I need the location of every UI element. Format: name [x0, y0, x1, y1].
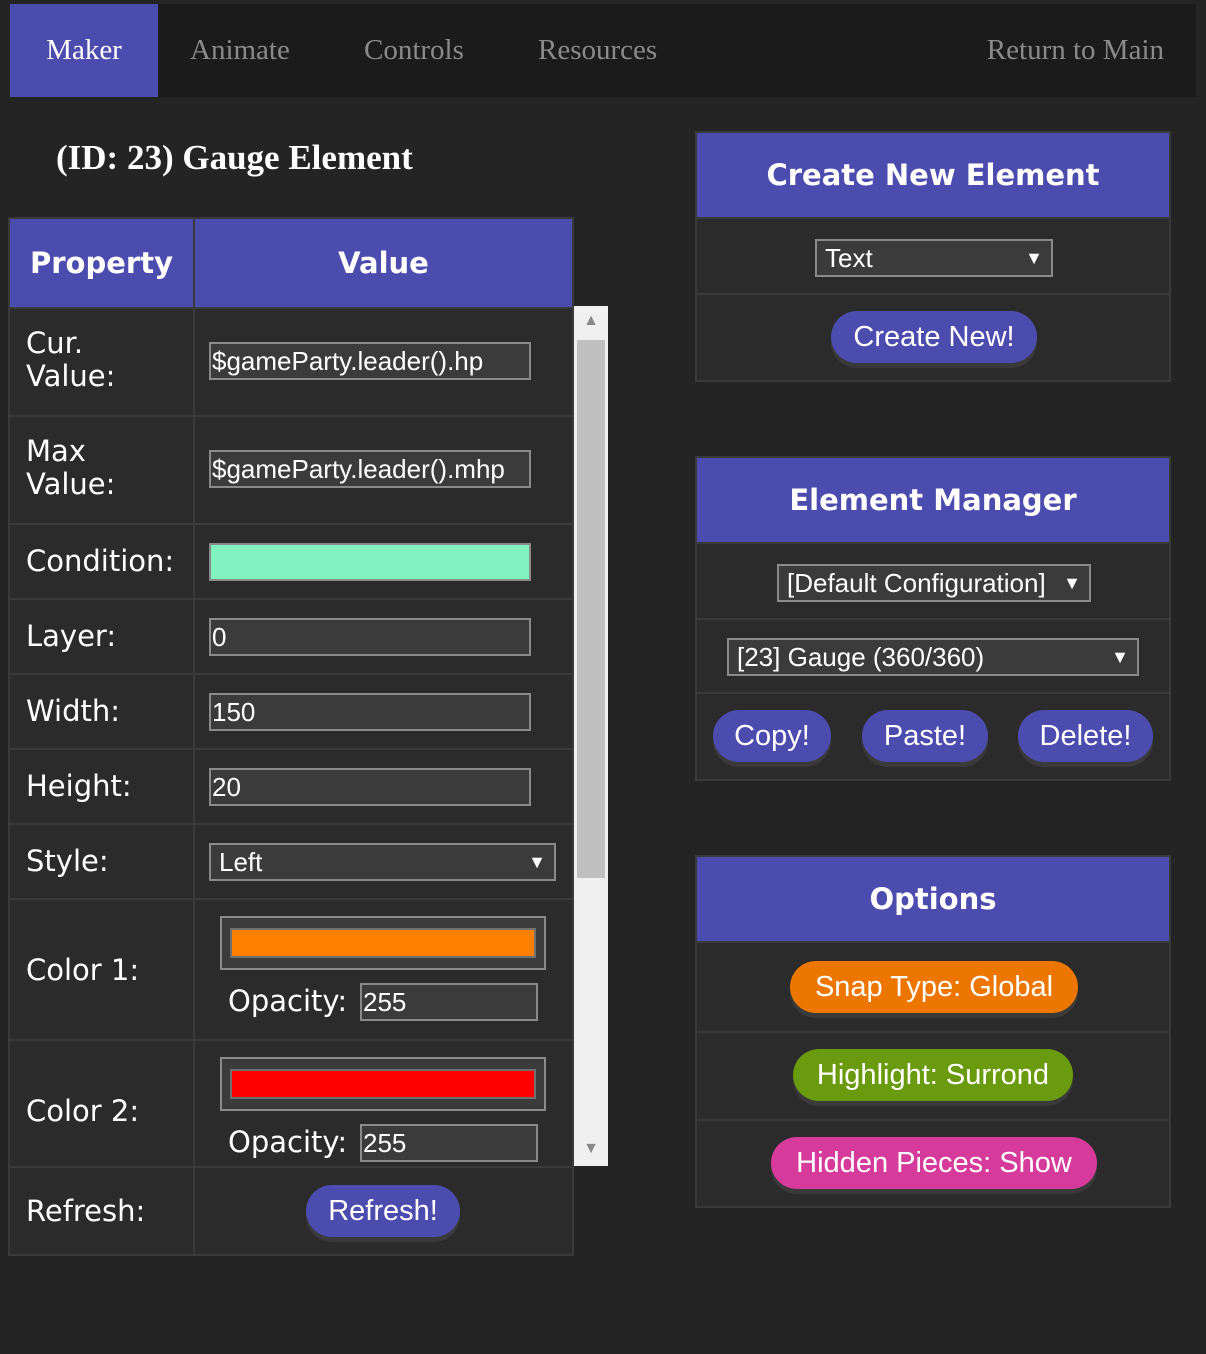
element-manager-panel: Element Manager [Default Configuration] …: [695, 456, 1171, 781]
color-1-picker[interactable]: [220, 916, 546, 970]
top-nav: Maker Animate Controls Resources Return …: [10, 4, 1196, 97]
row-max-value: Max Value: $gameParty.leader().mhp: [10, 415, 572, 523]
tab-animate[interactable]: Animate: [190, 4, 290, 97]
element-select-value: [23] Gauge (360/360): [737, 642, 985, 672]
options-title: Options: [697, 857, 1169, 943]
highlight-button[interactable]: Highlight: Surrond: [793, 1049, 1073, 1101]
create-element-panel: Create New Element Text ▼ Create New!: [695, 131, 1171, 382]
refresh-label: Refresh:: [26, 1194, 146, 1228]
condition-input[interactable]: [209, 543, 531, 581]
scroll-up-icon[interactable]: ▲: [574, 306, 608, 336]
value-column-header: Value: [195, 219, 572, 307]
color-1-label: Color 1:: [26, 953, 140, 987]
tab-resources[interactable]: Resources: [538, 4, 657, 97]
element-type-value: Text: [825, 243, 873, 273]
condition-label: Condition:: [26, 544, 175, 578]
chevron-down-icon: ▼: [528, 852, 546, 872]
panel-divider: [697, 618, 1169, 620]
configuration-value: [Default Configuration]: [787, 568, 1046, 598]
row-width: Width: 150: [10, 673, 572, 748]
style-label: Style:: [26, 844, 109, 878]
color-1-opacity-label: Opacity:: [228, 984, 348, 1018]
width-input[interactable]: 150: [209, 693, 531, 731]
copy-button[interactable]: Copy!: [713, 710, 831, 762]
panel-divider: [697, 1031, 1169, 1033]
color-1-opacity-input[interactable]: 255: [360, 983, 538, 1021]
row-style: Style: Left ▼: [10, 823, 572, 898]
refresh-button[interactable]: Refresh!: [306, 1185, 460, 1237]
width-label: Width:: [26, 694, 121, 728]
row-cur-value: Cur. Value: $gameParty.leader().hp: [10, 307, 572, 415]
style-select[interactable]: Left ▼: [209, 843, 556, 881]
max-value-input[interactable]: $gameParty.leader().mhp: [209, 450, 531, 488]
chevron-down-icon: ▼: [1025, 248, 1043, 268]
scroll-down-icon[interactable]: ▼: [574, 1134, 608, 1164]
create-element-title: Create New Element: [697, 133, 1169, 219]
row-color-1: Color 1: Opacity: 255: [10, 898, 572, 1039]
row-condition: Condition:: [10, 523, 572, 598]
return-to-main-link[interactable]: Return to Main: [987, 4, 1164, 97]
cur-value-input[interactable]: $gameParty.leader().hp: [209, 342, 531, 380]
color-1-swatch: [230, 928, 536, 958]
row-height: Height: 20: [10, 748, 572, 823]
style-select-value: Left: [219, 847, 263, 877]
element-select[interactable]: [23] Gauge (360/360) ▼: [727, 638, 1139, 676]
create-new-button[interactable]: Create New!: [831, 311, 1037, 363]
page-title: (ID: 23) Gauge Element: [56, 138, 413, 177]
element-manager-title: Element Manager: [697, 458, 1169, 544]
chevron-down-icon: ▼: [1063, 573, 1081, 593]
options-panel: Options Snap Type: Global Highlight: Sur…: [695, 855, 1171, 1208]
delete-button[interactable]: Delete!: [1018, 710, 1153, 762]
paste-button[interactable]: Paste!: [862, 710, 988, 762]
scrollbar-thumb[interactable]: [577, 340, 605, 878]
color-2-swatch: [230, 1069, 536, 1099]
chevron-down-icon: ▼: [1111, 647, 1129, 667]
panel-divider: [697, 293, 1169, 295]
column-divider: [193, 219, 195, 1254]
row-color-2: Color 2: Opacity: 255: [10, 1039, 572, 1166]
tab-maker[interactable]: Maker: [10, 4, 158, 97]
color-2-opacity-input[interactable]: 255: [360, 1124, 538, 1162]
row-layer: Layer: 0: [10, 598, 572, 673]
hidden-pieces-button[interactable]: Hidden Pieces: Show: [771, 1137, 1097, 1189]
color-2-label: Color 2:: [26, 1094, 140, 1128]
tab-controls[interactable]: Controls: [364, 4, 464, 97]
snap-type-button[interactable]: Snap Type: Global: [790, 961, 1078, 1013]
color-2-picker[interactable]: [220, 1057, 546, 1111]
panel-divider: [697, 1119, 1169, 1121]
property-column-header: Property: [10, 219, 193, 307]
panel-divider: [697, 692, 1169, 694]
property-table: Property Value Cur. Value: $gameParty.le…: [8, 217, 574, 1256]
configuration-select[interactable]: [Default Configuration] ▼: [777, 564, 1091, 602]
max-value-label: Max Value:: [26, 434, 116, 501]
height-input[interactable]: 20: [209, 768, 531, 806]
layer-input[interactable]: 0: [209, 618, 531, 656]
element-type-select[interactable]: Text ▼: [815, 239, 1053, 277]
row-refresh: Refresh: Refresh!: [10, 1166, 572, 1254]
color-2-opacity-label: Opacity:: [228, 1125, 348, 1159]
table-scrollbar[interactable]: ▲ ▼: [574, 306, 608, 1166]
cur-value-label: Cur. Value:: [26, 326, 116, 393]
height-label: Height:: [26, 769, 132, 803]
layer-label: Layer:: [26, 619, 117, 653]
